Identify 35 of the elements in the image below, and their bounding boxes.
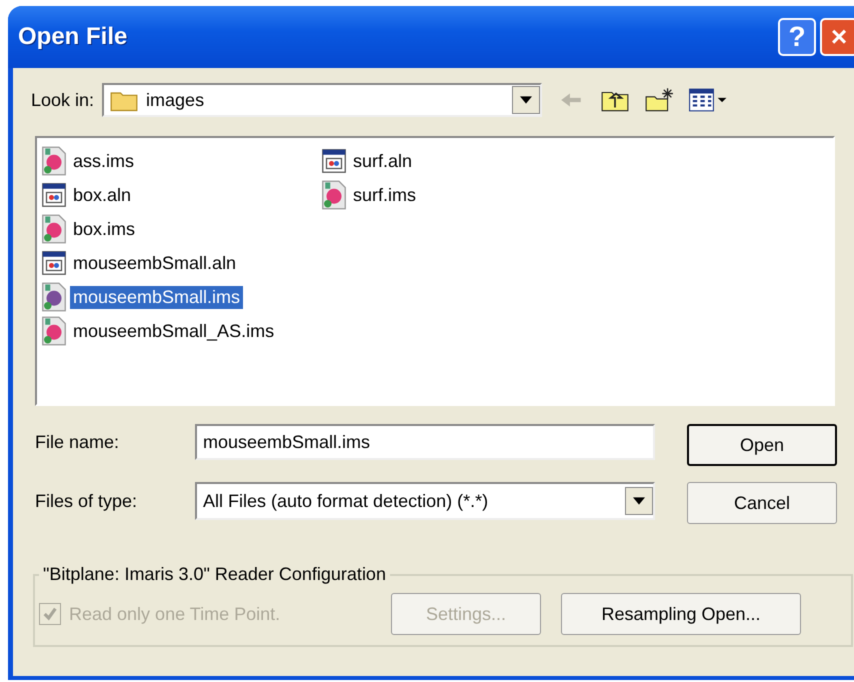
window-file-icon bbox=[41, 248, 67, 278]
caret-icon bbox=[633, 497, 645, 505]
window-title: Open File bbox=[18, 23, 128, 51]
file-name-label: File name: bbox=[34, 432, 120, 452]
file-item[interactable]: surf.ims bbox=[321, 178, 601, 212]
file-type-label: Files of type: bbox=[34, 490, 138, 512]
open-button[interactable]: Open bbox=[687, 424, 837, 466]
file-item[interactable]: surf.aln bbox=[321, 144, 601, 178]
new-folder-icon[interactable] bbox=[644, 87, 674, 113]
file-item[interactable]: box.ims bbox=[41, 212, 321, 246]
file-item[interactable]: box.aln bbox=[41, 178, 321, 212]
file-item[interactable]: ass.ims bbox=[41, 144, 321, 178]
file-item[interactable]: mouseembSmall.aln bbox=[41, 246, 321, 280]
help-button[interactable]: ? bbox=[778, 18, 816, 56]
file-item[interactable]: mouseembSmall.ims bbox=[41, 280, 321, 314]
file-type-dropdown[interactable]: All Files (auto format detection) (*.*) bbox=[195, 482, 655, 520]
file-item[interactable]: mouseembSmall_AS.ims bbox=[41, 314, 321, 348]
close-button[interactable]: × bbox=[820, 18, 854, 56]
group-title: "Bitplane: Imaris 3.0" Reader Configuration bbox=[42, 564, 387, 585]
file-name-field[interactable]: mouseembSmall.ims bbox=[195, 424, 655, 460]
image-file-icon bbox=[41, 316, 67, 346]
image-file-icon bbox=[321, 180, 347, 210]
image-file-icon bbox=[41, 214, 67, 244]
resampling-open-button[interactable]: Resampling Open... bbox=[561, 593, 801, 635]
image-file-icon bbox=[41, 146, 67, 176]
view-menu-icon[interactable] bbox=[688, 87, 728, 113]
image-file-icon bbox=[41, 282, 67, 312]
look-in-label: Look in: bbox=[31, 90, 94, 110]
check-icon bbox=[42, 606, 58, 622]
window-file-icon bbox=[41, 180, 67, 210]
cancel-button[interactable]: Cancel bbox=[687, 482, 837, 524]
caret-icon bbox=[520, 96, 532, 104]
window-file-icon bbox=[321, 146, 347, 176]
checkbox-label: Read only one Time Point. bbox=[69, 604, 280, 624]
look-in-dropdown[interactable]: images bbox=[102, 83, 542, 117]
